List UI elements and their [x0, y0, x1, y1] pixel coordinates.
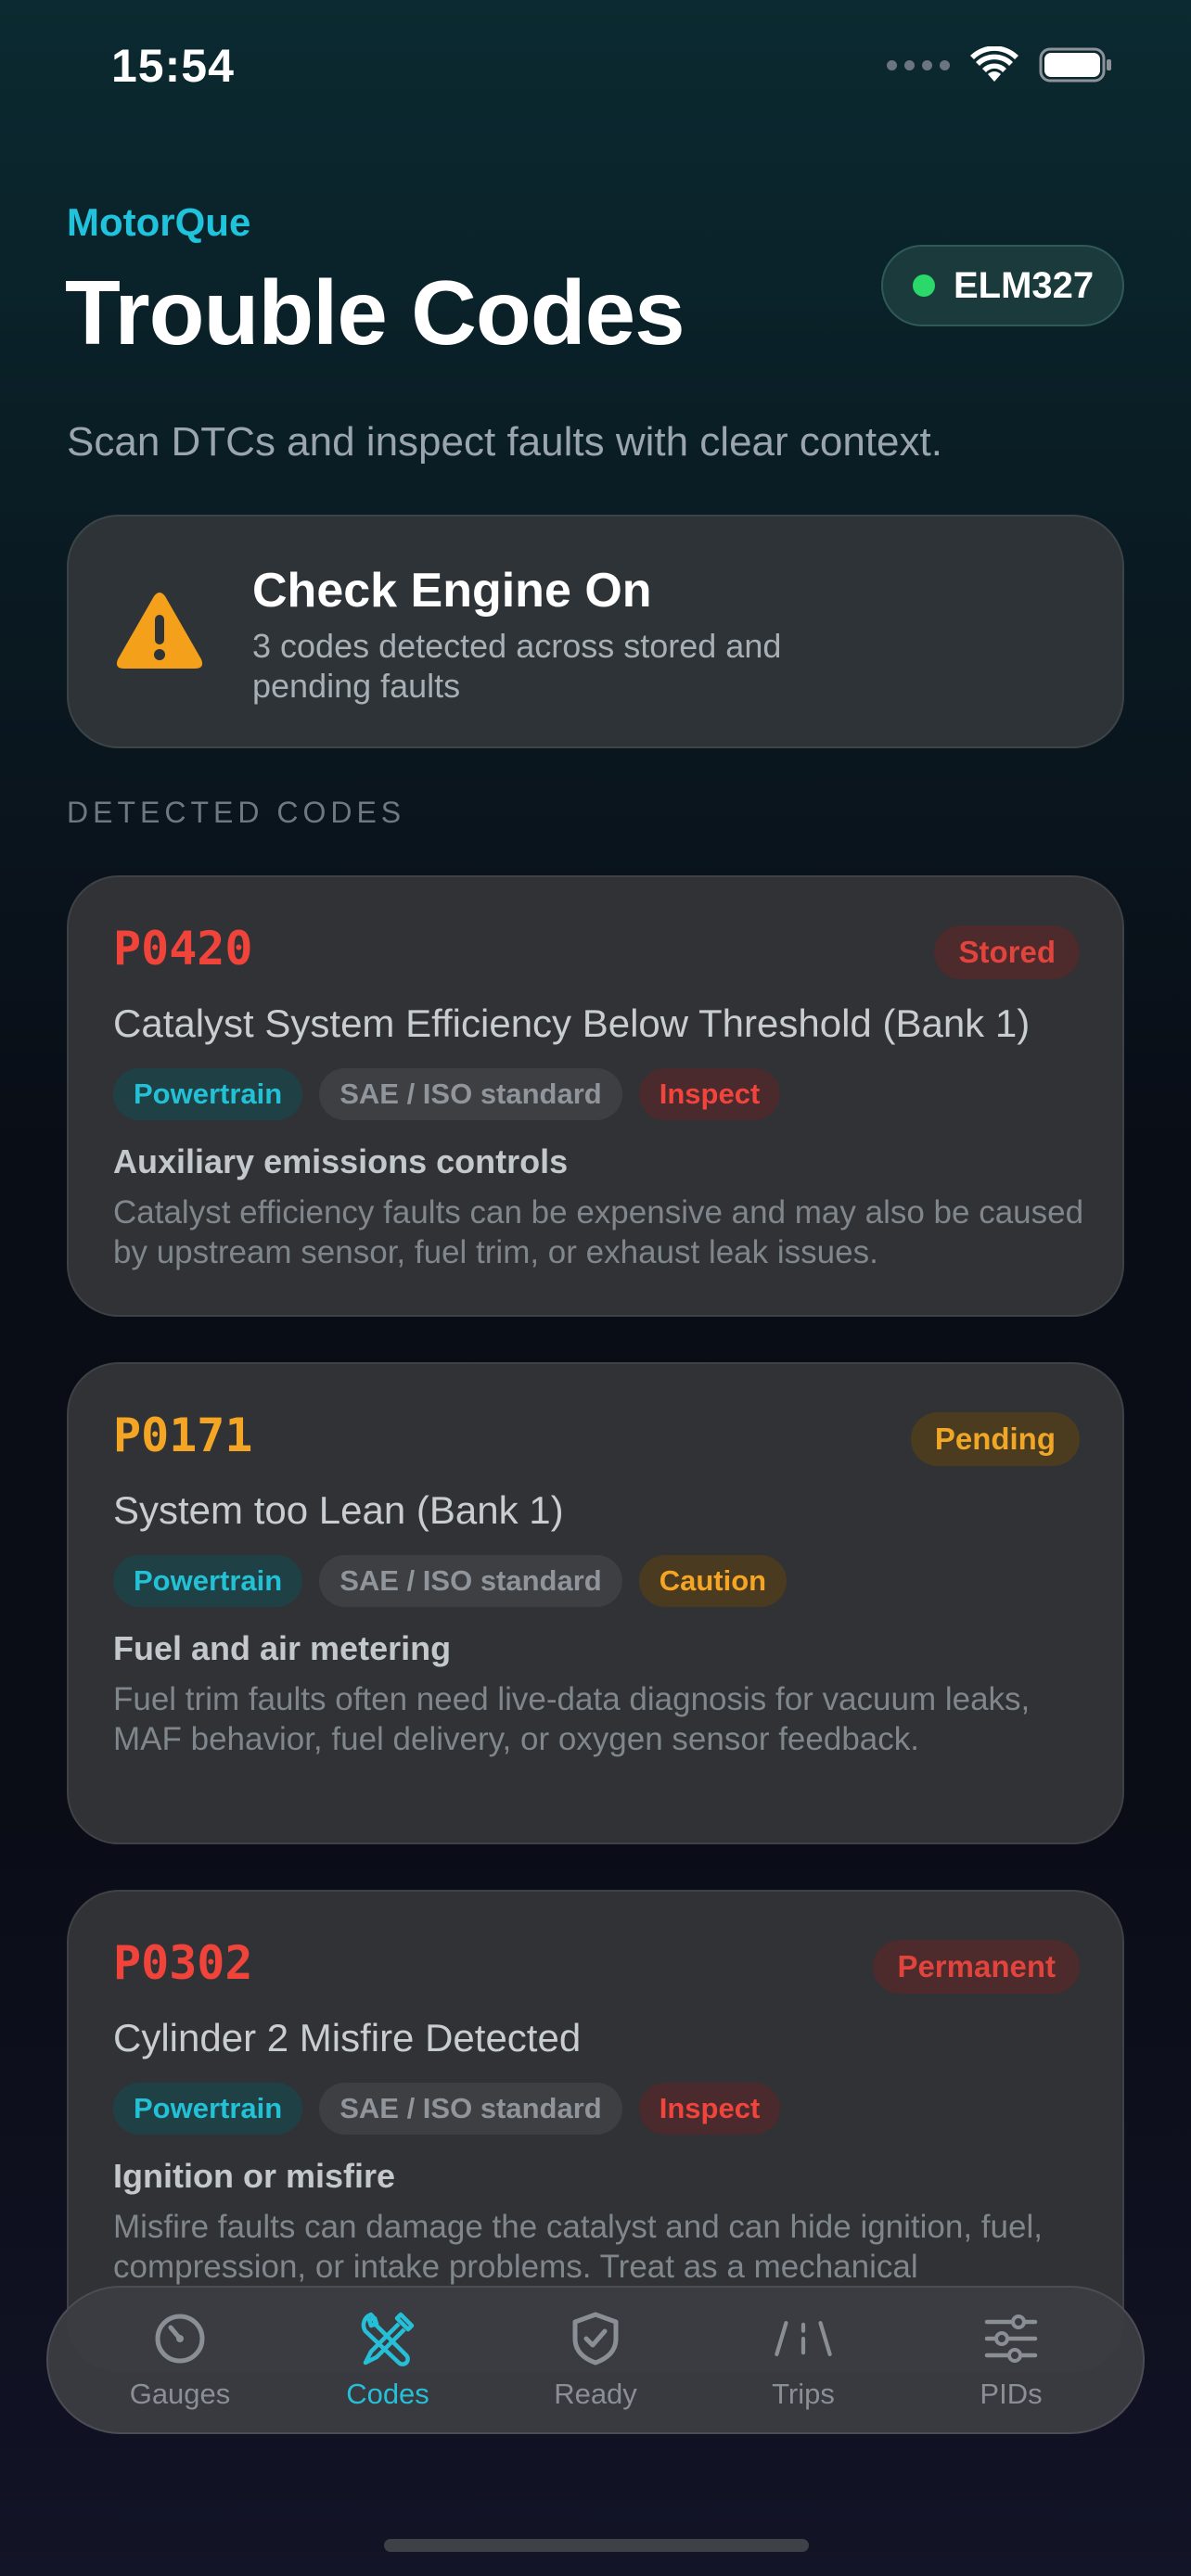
tab-codes[interactable]: Codes	[295, 2300, 480, 2420]
sliders-icon	[984, 2315, 1038, 2363]
wifi-icon	[970, 46, 1018, 82]
battery-icon	[1039, 47, 1111, 83]
check-engine-alert-card[interactable]: Check Engine On 3 codes detected across …	[67, 515, 1124, 748]
brand-name: MotorQue	[67, 200, 251, 244]
status-badge: Stored	[934, 925, 1080, 979]
tag-row: Powertrain SAE / ISO standard Inspect	[113, 1068, 781, 1120]
tag-severity: Caution	[638, 1555, 788, 1607]
tab-gauges[interactable]: Gauges	[87, 2300, 273, 2420]
page-title: Trouble Codes	[65, 261, 685, 363]
code-description: Catalyst efficiency faults can be expens…	[113, 1194, 1084, 1270]
tag-standard: SAE / ISO standard	[319, 2083, 622, 2135]
code-title: Cylinder 2 Misfire Detected	[113, 2016, 582, 2060]
status-badge: Permanent	[873, 1940, 1080, 1994]
code-description: Misfire faults can damage the catalyst a…	[113, 2209, 1043, 2285]
road-icon	[775, 2321, 832, 2356]
gauge-icon	[155, 2314, 205, 2364]
alert-title: Check Engine On	[252, 564, 652, 618]
connection-label: ELM327	[954, 264, 1095, 306]
connection-status-pill[interactable]: ELM327	[881, 245, 1124, 326]
tag-row: Powertrain SAE / ISO standard Caution	[113, 1555, 788, 1607]
bottom-tab-bar: Gauges Codes Ready Trips PIDs	[46, 2286, 1145, 2434]
tab-label: Ready	[554, 2378, 637, 2410]
code-card-p0420[interactable]: P0420 Stored Catalyst System Efficiency …	[67, 875, 1124, 1317]
cellular-signal-icon	[887, 59, 950, 70]
tag-system: Powertrain	[113, 2083, 303, 2135]
tag-system: Powertrain	[113, 1068, 303, 1120]
wrench-screwdriver-icon	[361, 2312, 415, 2366]
code-category: Auxiliary emissions controls	[113, 1142, 569, 1180]
tab-label: Trips	[772, 2378, 835, 2410]
tag-severity: Inspect	[638, 2083, 781, 2135]
section-label: DETECTED CODES	[67, 796, 406, 829]
code-title: Catalyst System Efficiency Below Thresho…	[113, 1001, 1031, 1045]
home-indicator	[384, 2539, 809, 2552]
tab-label: Gauges	[129, 2378, 231, 2410]
status-badge: Pending	[910, 1412, 1080, 1466]
tag-standard: SAE / ISO standard	[319, 1068, 622, 1120]
status-time: 15:54	[111, 40, 235, 92]
status-bar: 15:54	[0, 0, 1191, 130]
code-number: P0302	[113, 1936, 253, 1990]
code-title: System too Lean (Bank 1)	[113, 1488, 564, 1532]
status-icons	[887, 46, 1113, 83]
tag-severity: Inspect	[638, 1068, 781, 1120]
page-subtitle: Scan DTCs and inspect faults with clear …	[67, 419, 942, 465]
code-card-p0171[interactable]: P0171 Pending System too Lean (Bank 1) P…	[67, 1362, 1124, 1844]
warning-triangle-icon	[116, 593, 203, 669]
tab-label: Codes	[346, 2378, 429, 2410]
tab-label: PIDs	[980, 2378, 1043, 2410]
tab-ready[interactable]: Ready	[503, 2300, 688, 2420]
tab-trips[interactable]: Trips	[711, 2300, 896, 2420]
tag-system: Powertrain	[113, 1555, 303, 1607]
tab-pids[interactable]: PIDs	[918, 2300, 1104, 2420]
code-number: P0420	[113, 922, 253, 976]
connection-status-dot	[913, 274, 935, 297]
code-category: Ignition or misfire	[113, 2157, 396, 2195]
shield-check-icon	[572, 2312, 619, 2366]
tag-standard: SAE / ISO standard	[319, 1555, 622, 1607]
code-category: Fuel and air metering	[113, 1629, 452, 1667]
code-description: Fuel trim faults often need live-data di…	[113, 1681, 1031, 1757]
tag-row: Powertrain SAE / ISO standard Inspect	[113, 2083, 781, 2135]
alert-description: 3 codes detected across stored and pendi…	[252, 627, 782, 705]
code-number: P0171	[113, 1409, 253, 1462]
